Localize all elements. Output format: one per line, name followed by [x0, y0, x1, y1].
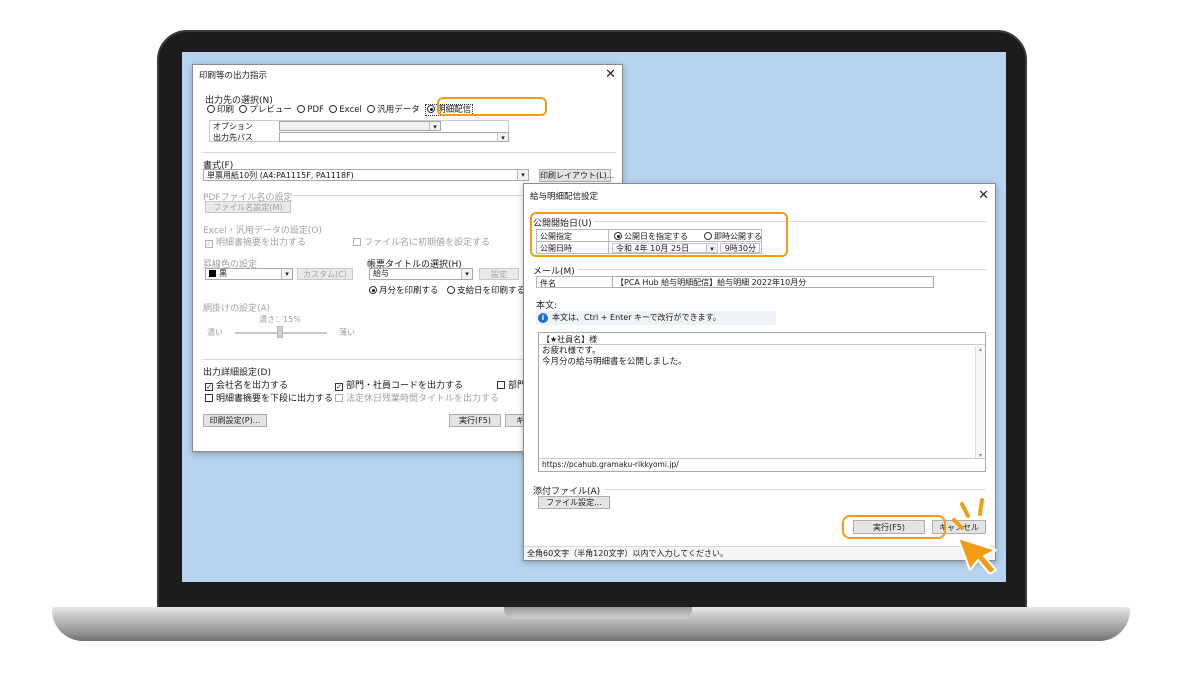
radio-pdf[interactable]: PDF	[297, 105, 324, 115]
format-select[interactable]: 単票用紙10列 (A4:PA1115F, PA1118F) ▾	[203, 169, 529, 181]
chevron-down-icon: ▾	[497, 133, 508, 142]
chevron-down-icon: ▾	[517, 170, 528, 180]
output-radio-row: 印刷 プレビュー PDF Excel 汎用データ 明細配信	[207, 103, 474, 116]
option-select[interactable]: ▾	[279, 121, 441, 131]
chevron-down-icon: ▾	[281, 269, 292, 279]
custom-button[interactable]: カスタム(C)	[297, 268, 353, 280]
color-swatch	[209, 270, 216, 277]
excel-check-filename[interactable]: ファイル名に初期値を設定する	[353, 235, 490, 248]
payday-radio[interactable]: 支給日を印刷する	[447, 284, 525, 296]
front-titlebar: 給与明細配信設定 ✕	[524, 184, 995, 206]
laptop-notch	[504, 607, 692, 619]
scroll-up-icon[interactable]: ▴	[976, 346, 985, 353]
check-company-name[interactable]: ✓ 会社名を出力する	[205, 378, 288, 391]
body-line-2: 今月分の給与明細書を公開しました。	[542, 357, 687, 367]
pointer-arrow-icon	[952, 498, 997, 574]
filename-setting-button[interactable]: ファイル名設定(M)	[205, 201, 291, 213]
output-path-select[interactable]: ▾	[279, 132, 509, 142]
radio-preview[interactable]: プレビュー	[239, 105, 292, 115]
subject-label: 件名	[540, 279, 556, 288]
print-setting-button[interactable]: 印刷設定(P)...	[203, 414, 267, 427]
body-label: 本文:	[536, 301, 558, 311]
highlight-delivery	[437, 97, 547, 116]
file-setting-button[interactable]: ファイル設定...	[538, 496, 610, 509]
check-department-code[interactable]: ✓ 部門・社員コードを出力する	[335, 378, 463, 391]
print-layout-button[interactable]: 印刷レイアウト(L)...	[539, 169, 614, 182]
output-path-label: 出力先パス	[213, 133, 253, 142]
salary-delivery-dialog: 給与明細配信設定 ✕ 公開開始日(U) 公開指定 公開日を指定する 即時公開する…	[523, 183, 996, 561]
chevron-down-icon: ▾	[429, 122, 440, 131]
radio-print[interactable]: 印刷	[207, 105, 234, 115]
radio-excel[interactable]: Excel	[329, 105, 362, 115]
dialog-titlebar: 印刷等の出力指示 ✕	[193, 65, 622, 85]
dark-label: 濃い	[207, 328, 223, 337]
close-icon[interactable]: ✕	[978, 188, 989, 203]
density-slider-handle[interactable]	[277, 326, 283, 338]
front-dialog-title: 給与明細配信設定	[530, 192, 599, 202]
body-scrollbar[interactable]: ▴ ▾	[975, 346, 985, 459]
subject-input[interactable]: 【PCA Hub 給与明細配信】給与明細 2022年10月分	[612, 276, 934, 288]
excel-check-summary[interactable]: ✓ 明細書摘要を出力する	[205, 235, 306, 248]
body-textarea[interactable]: 【★社員名】様 お疲れ様です。 今月分の給与明細書を公開しました。 ▴ ▾ ht…	[538, 332, 986, 472]
check-summary-lower[interactable]: 明細書摘要を下段に出力する	[205, 391, 333, 404]
form-setting-button[interactable]: 設定	[479, 268, 519, 280]
body-header: 【★社員名】様	[539, 333, 985, 345]
color-select[interactable]: 黒 ▾	[205, 268, 293, 280]
check-holiday-overtime[interactable]: 法定休日残業時間タイトルを出力する	[335, 391, 499, 404]
light-label: 薄い	[339, 328, 355, 337]
body-url-line: https://pcahub.gramaku-rikkyomi.jp/	[539, 458, 985, 471]
back-execute-button[interactable]: 実行(F5)	[449, 414, 501, 427]
dialog-title: 印刷等の出力指示	[199, 71, 268, 81]
info-text: 本文は、Ctrl + Enter キーで改行ができます。	[552, 313, 721, 322]
highlight-publish-date	[530, 212, 788, 257]
status-bar: 全角60文字（半角120文字）以内で入力してください。	[524, 546, 995, 560]
body-line-1: お疲れ様です。	[542, 346, 601, 356]
radio-generic-data[interactable]: 汎用データ	[367, 105, 420, 115]
mesh-label: 網掛けの設定(A)	[203, 304, 271, 314]
highlight-execute	[842, 515, 946, 539]
desktop-screen: 印刷等の出力指示 ✕ 出力先の選択(N) 印刷 プレビュー PDF Excel …	[182, 52, 1006, 582]
form-title-select[interactable]: 給与 ▾	[369, 268, 473, 280]
close-icon[interactable]: ✕	[605, 67, 616, 82]
option-label: オプション	[213, 122, 253, 131]
month-radio[interactable]: 月分を印刷する	[369, 284, 439, 296]
info-bar: i 本文は、Ctrl + Enter キーで改行ができます。	[536, 311, 776, 325]
detail-label: 出力詳細設定(D)	[203, 368, 271, 378]
density-label: 濃さ：15%	[259, 315, 301, 324]
status-text: 全角60文字（半角120文字）以内で入力してください。	[527, 549, 728, 558]
chevron-down-icon: ▾	[461, 269, 472, 279]
info-icon: i	[538, 313, 548, 323]
check-department[interactable]: 部門	[497, 378, 526, 391]
